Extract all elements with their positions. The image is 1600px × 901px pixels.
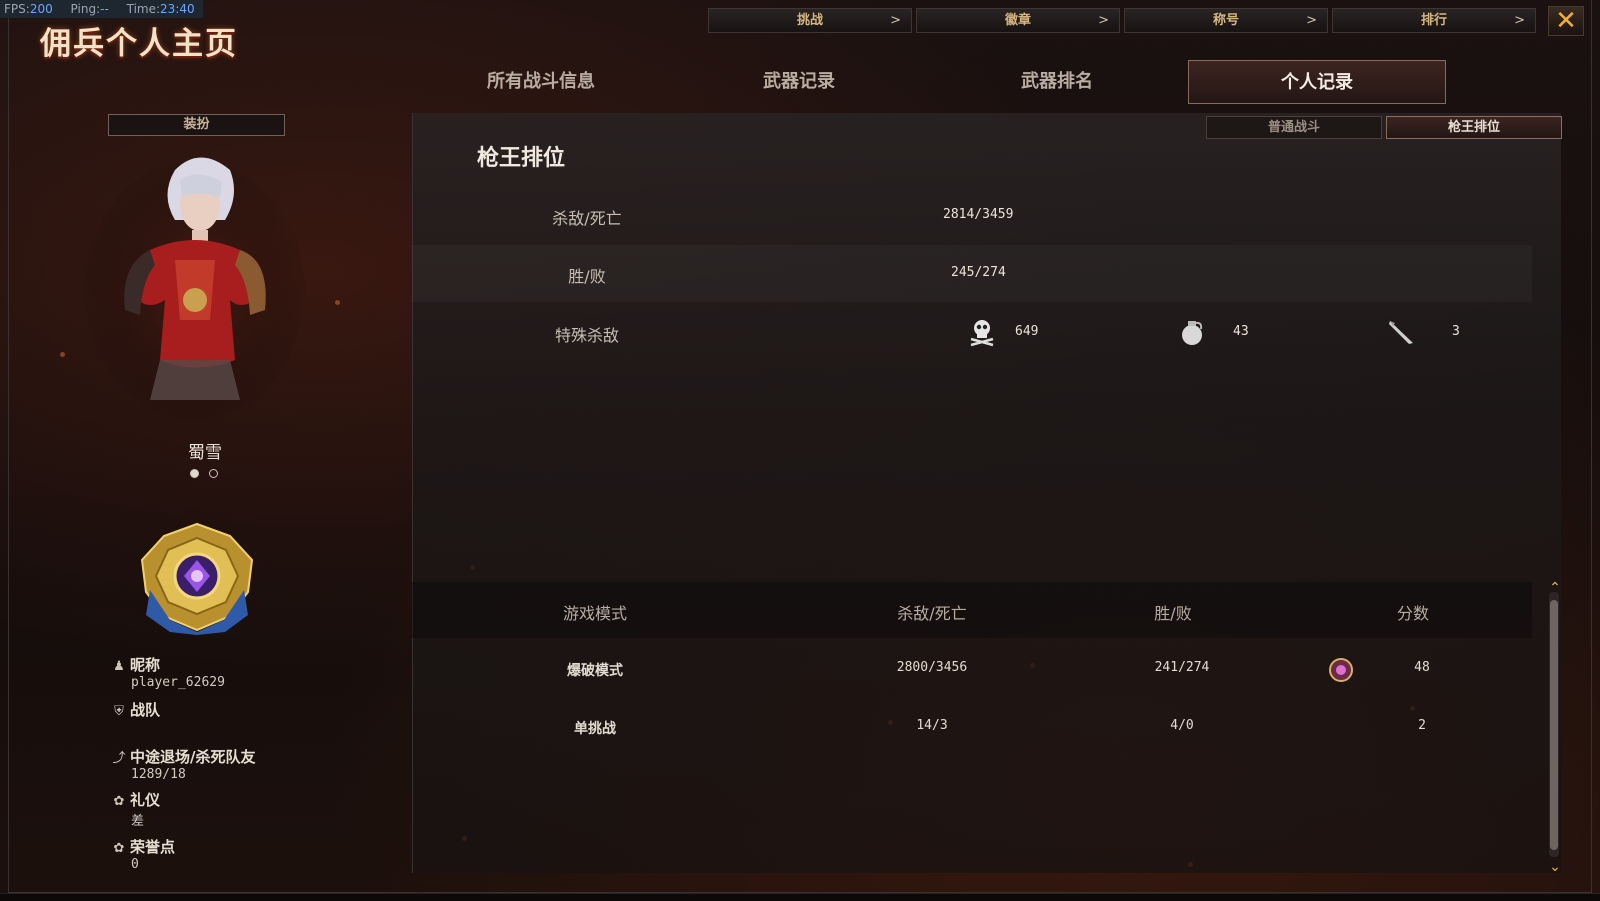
skull-crossbones-icon (970, 320, 994, 347)
top-nav-badges[interactable]: 徽章 > (916, 8, 1120, 33)
person-icon: ♟ (113, 659, 125, 674)
subtab-ranked[interactable]: 枪王排位 (1386, 116, 1562, 139)
scrollbar-thumb[interactable] (1550, 600, 1558, 850)
clover-icon: ✿ (113, 794, 125, 809)
row-kd: 2800/3456 (896, 660, 968, 675)
table-row: 单挑战 14/3 4/0 2 (412, 698, 1532, 756)
chevron-right-icon: > (1098, 13, 1109, 28)
top-nav-titles[interactable]: 称号 > (1124, 8, 1328, 33)
row-mode: 爆破模式 (567, 663, 623, 679)
close-button[interactable]: ✕ (1548, 6, 1584, 36)
special-headshot-value: 649 (1015, 324, 1039, 339)
header-score: 分数 (1396, 604, 1429, 623)
kd-label: 杀敌/死亡 (552, 209, 622, 228)
subtab-normal-battle[interactable]: 普通战斗 (1206, 116, 1382, 139)
scrollbar[interactable] (1549, 592, 1559, 857)
shield-icon: ⛨ (114, 704, 124, 719)
nickname-value: player_62629 (131, 675, 225, 690)
tab-weapon-ranking[interactable]: 武器排名 (928, 60, 1186, 104)
row-wl: 241/274 (1154, 660, 1210, 675)
ember-particle (335, 300, 340, 305)
special-kills-label: 特殊杀敌 (554, 326, 619, 345)
scroll-down-arrow-icon[interactable]: ⌄ (1546, 860, 1564, 874)
knife-icon (1389, 321, 1413, 344)
tab-all-battle-info[interactable]: 所有战斗信息 (412, 60, 670, 104)
fps-value: 200 (29, 2, 53, 16)
ember-particle (60, 352, 65, 357)
close-icon: ✕ (1555, 6, 1577, 36)
clan-section: ⛨ 战队 (111, 699, 160, 720)
chevron-right-icon: > (1306, 13, 1317, 28)
time-value: 23:40 (160, 2, 195, 16)
rank-badge-icon (140, 522, 254, 635)
carousel-dot-active[interactable] (190, 469, 199, 478)
row-wl: 4/0 (1170, 718, 1194, 733)
character-portrait (85, 157, 305, 420)
header-wl: 胜/败 (1154, 604, 1192, 623)
row-kd: 14/3 (916, 718, 948, 733)
chevron-right-icon: > (1514, 13, 1525, 28)
special-knife-value: 3 (1452, 324, 1460, 339)
table-row: 爆破模式 2800/3456 241/274 48 (412, 640, 1532, 698)
tab-personal-records[interactable]: 个人记录 (1188, 60, 1446, 104)
honor-section: ✿ 荣誉点 0 (111, 836, 175, 872)
section-title: 枪王排位 (477, 146, 566, 171)
tab-weapon-records[interactable]: 武器记录 (670, 60, 928, 104)
carousel-dots (190, 469, 218, 478)
grenade-icon (1182, 321, 1203, 345)
etiquette-value: 差 (131, 814, 145, 829)
quit-teamkill-value: 1289/18 (131, 767, 186, 782)
kd-row: 杀敌/死亡 2814/3459 (412, 187, 1532, 244)
special-grenade-value: 43 (1233, 324, 1249, 339)
outfit-button[interactable]: 装扮 (108, 114, 285, 136)
top-nav: 挑战 > 徽章 > 称号 > 排行 > (708, 8, 1536, 33)
chevron-right-icon: > (890, 13, 901, 28)
header-game-mode: 游戏模式 (562, 604, 627, 623)
character-name: 蜀雪 (188, 443, 222, 463)
running-man-icon: ⤴ (112, 751, 126, 766)
sub-tabs: 普通战斗 枪王排位 (1206, 116, 1562, 139)
fps-status-bar: FPS:200 Ping:-- Time:23:40 (0, 0, 203, 18)
etiquette-section: ✿ 礼仪 差 (111, 789, 160, 829)
row-score: 48 (1414, 660, 1430, 675)
quit-teamkill-section: ⤴ 中途退场/杀死队友 1289/18 (112, 748, 256, 782)
clover-icon: ✿ (113, 841, 125, 856)
top-nav-ranking[interactable]: 排行 > (1332, 8, 1536, 33)
carousel-dot[interactable] (209, 469, 218, 478)
row-score: 2 (1418, 718, 1426, 733)
honor-value: 0 (131, 857, 139, 872)
top-nav-challenge[interactable]: 挑战 > (708, 8, 912, 33)
mode-table-header: 游戏模式 杀敌/死亡 胜/败 分数 (412, 582, 1532, 638)
header-kd: 杀敌/死亡 (897, 604, 967, 623)
ping-value: -- (100, 2, 109, 16)
wl-label: 胜/败 (568, 267, 606, 286)
special-kills-row: 特殊杀敌 649 43 3 (412, 304, 1532, 361)
wl-value: 245/274 (951, 265, 1006, 280)
wl-row: 胜/败 245/274 (412, 245, 1532, 302)
nickname-section: ♟ 昵称 player_62629 (111, 654, 225, 690)
kd-value: 2814/3459 (943, 207, 1014, 222)
page-title: 佣兵个人主页 (40, 26, 238, 62)
row-mode: 单挑战 (574, 721, 616, 737)
